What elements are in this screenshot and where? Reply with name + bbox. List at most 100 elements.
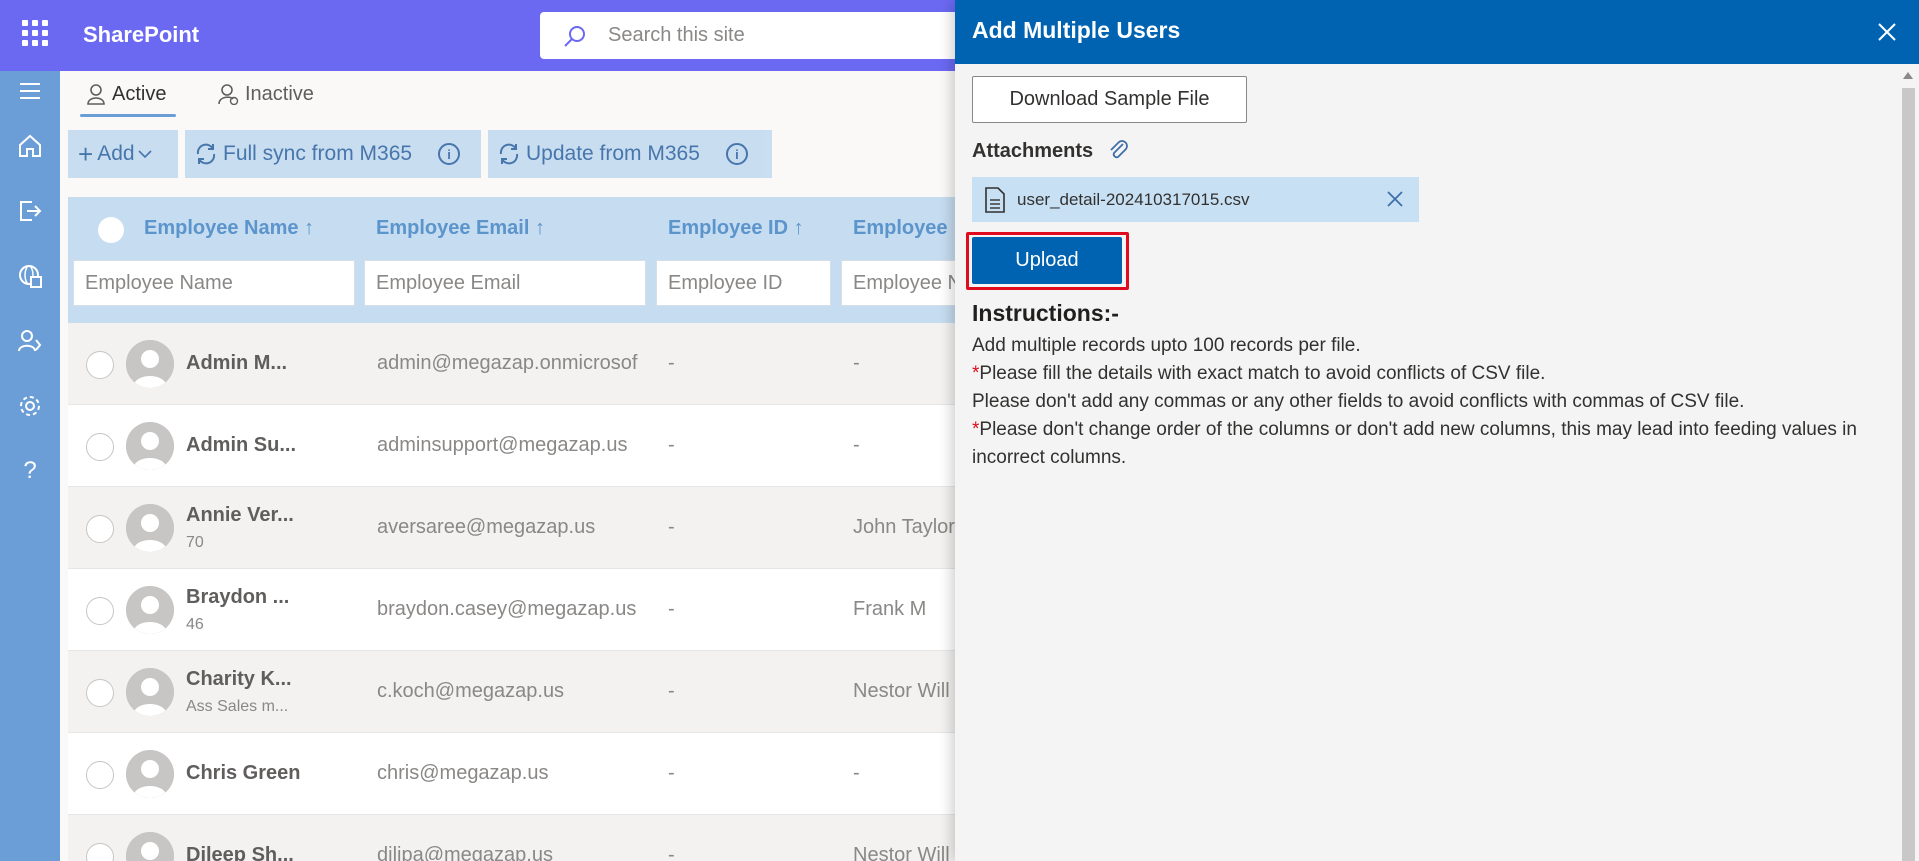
row-checkbox[interactable] bbox=[86, 433, 114, 461]
info-icon[interactable]: i bbox=[725, 143, 748, 165]
employee-name[interactable]: Dileep Sh... bbox=[186, 844, 294, 861]
download-sample-button[interactable]: Download Sample File bbox=[972, 76, 1247, 123]
document-icon bbox=[985, 187, 1005, 213]
left-rail: ? bbox=[0, 71, 60, 861]
instruction-line: *Please fill the details with exact matc… bbox=[972, 360, 1902, 388]
help-icon[interactable]: ? bbox=[14, 455, 46, 487]
table-row[interactable]: Admin M... admin@megazap.onmicrosof - - bbox=[68, 323, 955, 405]
add-multiple-users-panel: Add Multiple Users Download Sample File … bbox=[955, 0, 1919, 861]
instructions-title: Instructions:- bbox=[972, 300, 1119, 326]
table-row[interactable]: Dileep Sh... dilipa@megazap.us - Nestor Wil… bbox=[68, 815, 955, 861]
update-button[interactable]: Update from M365 i bbox=[488, 130, 772, 178]
app-launcher-icon[interactable] bbox=[22, 20, 48, 46]
scroll-up-arrow-icon[interactable] bbox=[1903, 72, 1913, 79]
column-header-email[interactable]: Employee Email ↑ bbox=[376, 217, 545, 240]
table-row[interactable]: Annie Ver... 70 aversaree@megazap.us - John … bbox=[68, 487, 955, 569]
info-icon[interactable]: i bbox=[438, 143, 461, 165]
search-input[interactable] bbox=[608, 21, 978, 49]
attachments-label: Attachments bbox=[972, 140, 1094, 162]
instruction-line: Add multiple records upto 100 records pe… bbox=[972, 332, 1902, 360]
inactive-person-icon bbox=[218, 84, 239, 105]
employee-id: - bbox=[668, 762, 675, 784]
instructions-list: Add multiple records upto 100 records pe… bbox=[972, 332, 1902, 472]
avatar bbox=[126, 750, 174, 798]
sign-out-icon[interactable] bbox=[14, 195, 46, 227]
column-header-manager[interactable]: Employee bbox=[853, 217, 947, 240]
employee-id: - bbox=[668, 434, 675, 456]
paperclip-icon[interactable] bbox=[1107, 138, 1131, 164]
home-icon[interactable] bbox=[14, 130, 46, 162]
employee-manager: John Taylor bbox=[853, 516, 955, 538]
search-box[interactable] bbox=[540, 12, 1000, 59]
remove-file-icon[interactable] bbox=[1385, 189, 1405, 209]
row-checkbox[interactable] bbox=[86, 761, 114, 789]
employee-email: aversaree@megazap.us bbox=[377, 516, 596, 538]
employee-name[interactable]: Charity K... bbox=[186, 668, 292, 691]
employee-id: - bbox=[668, 352, 675, 374]
filter-name-input[interactable] bbox=[73, 260, 355, 306]
row-checkbox[interactable] bbox=[86, 597, 114, 625]
employee-name[interactable]: Admin Su... bbox=[186, 434, 296, 457]
instruction-text: Please don't change order of the columns… bbox=[972, 419, 1857, 468]
panel-scrollbar[interactable] bbox=[1898, 64, 1919, 861]
sync-icon bbox=[499, 143, 519, 165]
instruction-text: Add multiple records upto 100 records pe… bbox=[972, 335, 1361, 356]
scroll-thumb[interactable] bbox=[1902, 88, 1915, 861]
gear-icon[interactable] bbox=[14, 390, 46, 422]
employee-manager: - bbox=[853, 762, 860, 784]
instruction-line: Please don't add any commas or any other… bbox=[972, 388, 1902, 416]
employee-name[interactable]: Annie Ver... bbox=[186, 504, 294, 527]
employee-email: admin@megazap.onmicrosof bbox=[377, 352, 638, 374]
employee-email: braydon.casey@megazap.us bbox=[377, 598, 637, 620]
avatar bbox=[126, 586, 174, 634]
avatar bbox=[126, 668, 174, 716]
sync-icon bbox=[196, 143, 216, 165]
employee-name[interactable]: Braydon ... bbox=[186, 586, 289, 609]
row-checkbox[interactable] bbox=[86, 515, 114, 543]
row-checkbox[interactable] bbox=[86, 679, 114, 707]
employee-email: dilipa@megazap.us bbox=[377, 844, 553, 861]
employee-subtitle: Ass Sales m... bbox=[186, 698, 289, 715]
tab-active[interactable]: Active bbox=[86, 76, 166, 112]
add-button[interactable]: + Add bbox=[68, 130, 178, 178]
attached-file-name: user_detail-202410317015.csv bbox=[1017, 190, 1250, 209]
avatar bbox=[126, 422, 174, 470]
employee-manager: - bbox=[853, 434, 860, 456]
attached-file-chip: user_detail-202410317015.csv bbox=[972, 177, 1419, 222]
table-row[interactable]: Admin Su... adminsupport@megazap.us - - bbox=[68, 405, 955, 487]
filter-email-input[interactable] bbox=[364, 260, 646, 306]
column-header-id[interactable]: Employee ID ↑ bbox=[668, 217, 804, 240]
row-checkbox[interactable] bbox=[86, 843, 114, 861]
row-checkbox[interactable] bbox=[86, 351, 114, 379]
plus-icon: + bbox=[78, 138, 94, 169]
employee-name[interactable]: Chris Green bbox=[186, 762, 300, 785]
full-sync-label: Full sync from M365 bbox=[223, 142, 413, 165]
employee-id: - bbox=[668, 844, 675, 861]
table-row[interactable]: Braydon ... 46 braydon.casey@megazap.us - Fr… bbox=[68, 569, 955, 651]
select-all-checkbox[interactable] bbox=[98, 217, 124, 243]
instruction-text: Please don't add any commas or any other… bbox=[972, 391, 1745, 412]
column-header-name[interactable]: Employee Name ↑ bbox=[144, 217, 314, 240]
employee-name[interactable]: Admin M... bbox=[186, 352, 287, 375]
tab-inactive[interactable]: Inactive bbox=[217, 76, 314, 112]
employee-manager: Nestor Will bbox=[853, 844, 950, 861]
upload-button[interactable]: Upload bbox=[972, 237, 1122, 284]
site-brand[interactable]: SharePoint bbox=[83, 22, 199, 48]
filter-manager-input[interactable] bbox=[841, 260, 955, 306]
employee-email: adminsupport@megazap.us bbox=[377, 434, 628, 456]
panel-header: Add Multiple Users bbox=[955, 0, 1919, 64]
instruction-text: Please fill the details with exact match… bbox=[979, 363, 1546, 384]
full-sync-button[interactable]: Full sync from M365 i bbox=[185, 130, 481, 178]
employee-manager: Frank M bbox=[853, 598, 927, 620]
globe-document-icon[interactable] bbox=[14, 260, 46, 292]
table-row[interactable]: Chris Green chris@megazap.us - - bbox=[68, 733, 955, 815]
grid-header: Employee Name ↑ Employee Email ↑ Employe… bbox=[68, 197, 955, 323]
hamburger-menu-icon[interactable] bbox=[14, 75, 46, 107]
employee-subtitle: 70 bbox=[186, 534, 204, 551]
active-tab-indicator bbox=[80, 114, 176, 117]
filter-id-input[interactable] bbox=[656, 260, 831, 306]
close-icon[interactable] bbox=[1873, 18, 1901, 46]
user-settings-icon[interactable] bbox=[14, 325, 46, 357]
table-row[interactable]: Charity K... Ass Sales m... c.koch@megazap… bbox=[68, 651, 955, 733]
employee-subtitle: 46 bbox=[186, 616, 204, 633]
